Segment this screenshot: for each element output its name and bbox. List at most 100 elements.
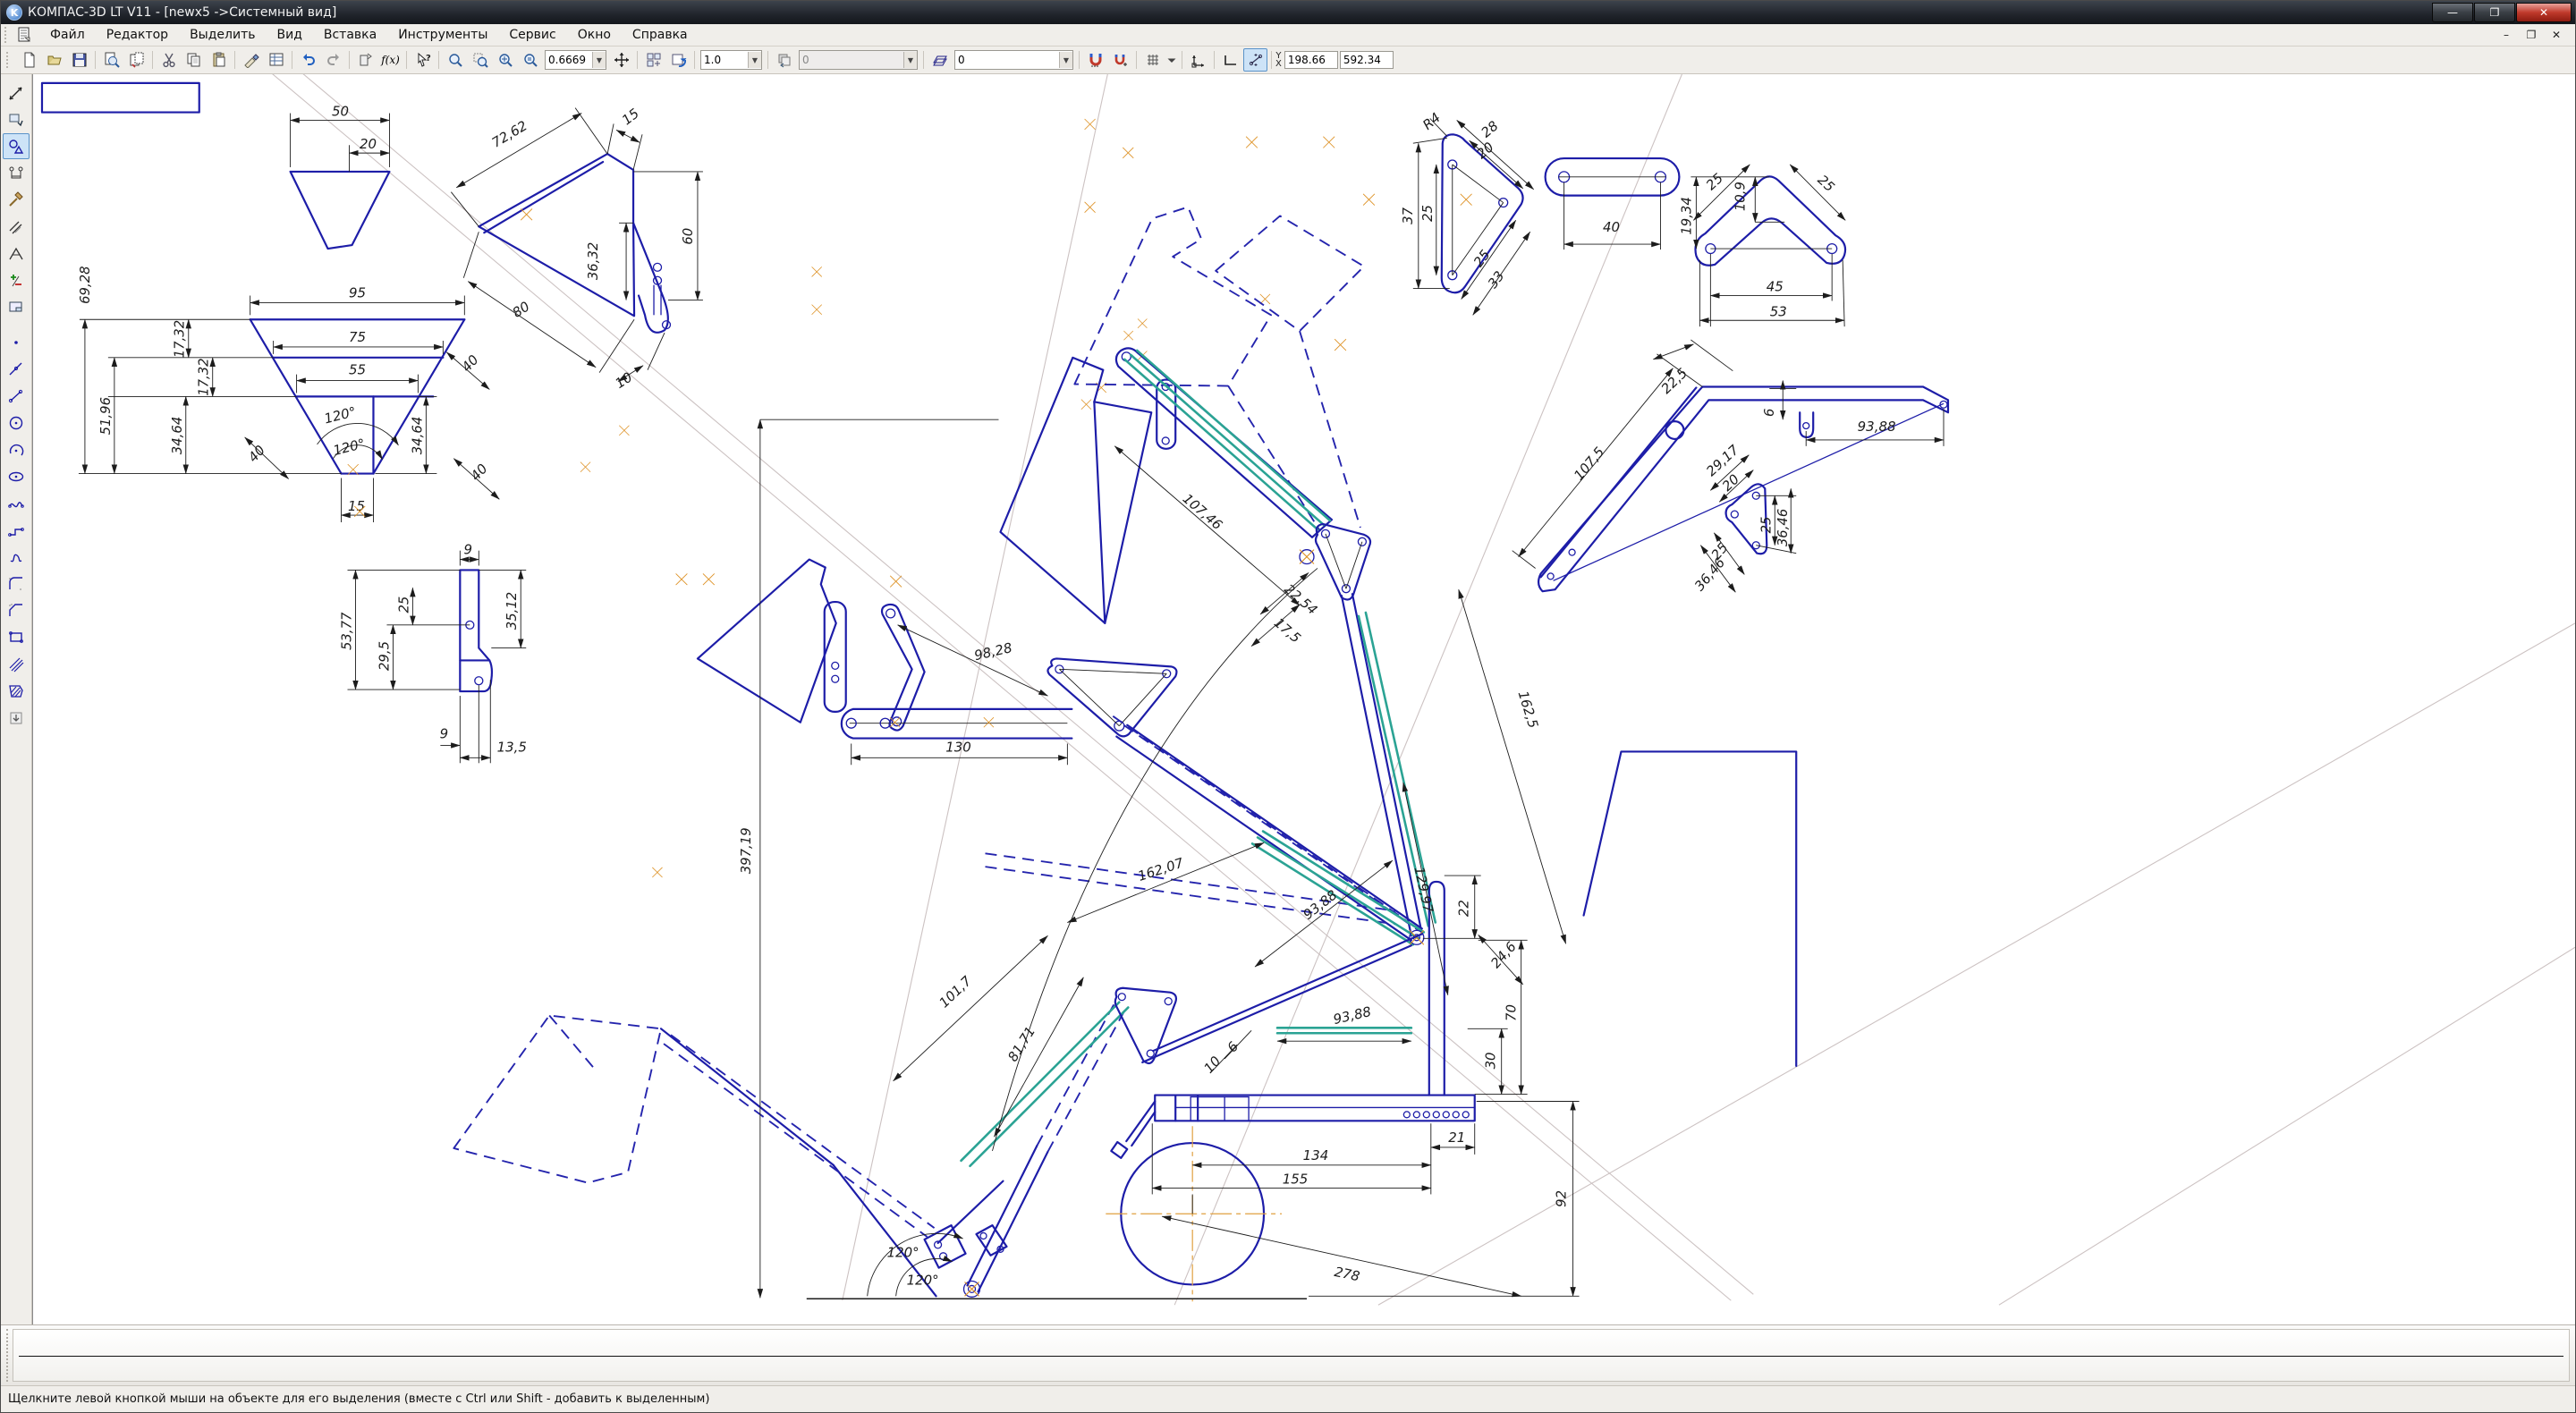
snap-settings-button[interactable] xyxy=(1083,48,1107,72)
refresh-image-button[interactable] xyxy=(666,48,691,72)
zoom-scale-combo[interactable]: ▼ xyxy=(545,50,606,70)
insert-fragment-button[interactable] xyxy=(353,48,377,72)
part-link-plate-view[interactable]: 40 xyxy=(1246,137,1679,250)
new-document-button[interactable] xyxy=(17,48,41,72)
restore-button[interactable]: ❐ xyxy=(2474,3,2515,22)
document-icon[interactable] xyxy=(16,27,32,43)
zoom-area-button[interactable] xyxy=(443,48,467,72)
measure-tool-button[interactable] xyxy=(3,80,30,106)
layers-combo[interactable]: ▼ xyxy=(954,50,1073,70)
layer-back-button[interactable] xyxy=(772,48,796,72)
menu-service[interactable]: Сервис xyxy=(498,25,566,45)
print-preview-button[interactable] xyxy=(99,48,123,72)
circle-tool-button[interactable] xyxy=(3,410,30,436)
part-bucket-front-view[interactable]: 95 75 55 69,28 17,32 17,32 51,96 34,64 3… xyxy=(77,266,499,522)
spline-tool-button[interactable] xyxy=(3,490,30,516)
bucket-ground-position[interactable] xyxy=(453,1015,936,1296)
mdi-minimize-button[interactable]: – xyxy=(2496,27,2516,43)
zoom-in-out-button[interactable] xyxy=(493,48,517,72)
polyline-tool-button[interactable] xyxy=(3,517,30,543)
parametrization-panel-button[interactable] xyxy=(3,214,30,240)
dashed-bucket-top[interactable] xyxy=(1074,207,1271,386)
hatch-tool-button[interactable] xyxy=(3,678,30,704)
part-bucket-section-view[interactable]: 50 20 xyxy=(291,104,390,249)
multiline-tool-button[interactable] xyxy=(3,651,30,677)
mdi-restore-button[interactable]: ❐ xyxy=(2521,27,2541,43)
zoom-scale-input[interactable] xyxy=(546,52,592,68)
part-bent-arm-view[interactable]: 22,5 107,5 6 93,88 xyxy=(1081,294,1948,591)
menu-tools[interactable]: Инструменты xyxy=(387,25,498,45)
paste-button[interactable] xyxy=(207,48,231,72)
context-help-button[interactable]: ? xyxy=(411,48,435,72)
dashed-guard-top[interactable] xyxy=(1216,216,1364,331)
layers-input[interactable] xyxy=(955,52,1059,68)
snaps-toggle-button[interactable] xyxy=(1243,48,1267,72)
part-small-bracket-view[interactable]: 29,17 20 25 36,46 25 36,46 xyxy=(1123,318,1796,594)
cab-outline[interactable] xyxy=(1584,751,1797,1065)
v-link-mid[interactable] xyxy=(619,426,924,731)
menu-window[interactable]: Окно xyxy=(567,25,622,45)
viewport-panel-button[interactable] xyxy=(3,294,30,320)
mdi-close-button[interactable]: ✕ xyxy=(2546,27,2566,43)
segment-tool-button[interactable] xyxy=(3,383,30,409)
close-button[interactable]: ✕ xyxy=(2516,3,2572,22)
upper-arm[interactable] xyxy=(1116,348,1332,537)
part-side-plate-view[interactable]: 72,62 15 36,32 60 80 10 xyxy=(451,106,703,392)
fillet-tool-button[interactable] xyxy=(3,571,30,597)
pan-button[interactable] xyxy=(609,48,633,72)
redo-button[interactable] xyxy=(321,48,345,72)
grid-dropdown-arrow[interactable] xyxy=(1165,48,1178,72)
bucket-mid-position[interactable] xyxy=(580,462,846,723)
menu-view[interactable]: Вид xyxy=(266,25,312,45)
view-status-button[interactable] xyxy=(3,106,30,132)
part-bracket-strip-view[interactable]: 9 53,77 25 29,5 35,12 9 13,5 xyxy=(338,464,526,763)
properties-brush-button[interactable] xyxy=(239,48,263,72)
editing-panel-button[interactable] xyxy=(3,187,30,213)
coord-y-field[interactable]: 592.34 xyxy=(1340,51,1394,69)
cut-button[interactable] xyxy=(157,48,181,72)
part-v-lever-view[interactable]: 25 25 10,9 19,34 45 53 xyxy=(1363,165,1845,326)
layers-button[interactable] xyxy=(928,48,952,72)
local-csys-button[interactable] xyxy=(1186,48,1210,72)
ortho-drawing-button[interactable] xyxy=(1218,48,1242,72)
grid-button[interactable] xyxy=(1140,48,1165,72)
arc-tool-button[interactable] xyxy=(3,436,30,462)
part-triangle-plate-view[interactable]: R4 28 20 37 25 25 33 xyxy=(33,74,1534,315)
bezier-tool-button[interactable] xyxy=(3,544,30,570)
angle-panel-button[interactable] xyxy=(3,241,30,267)
step-combo-arrow-icon[interactable]: ▼ xyxy=(748,52,761,68)
zoom-selection-button[interactable] xyxy=(468,48,492,72)
zoom-scale-button[interactable] xyxy=(518,48,542,72)
coord-x-field[interactable]: 198.66 xyxy=(1284,51,1338,69)
plus-minus-panel-button[interactable] xyxy=(3,267,30,293)
drawing-canvas[interactable]: 50 20 xyxy=(32,74,2575,1324)
page-layout-button[interactable] xyxy=(124,48,148,72)
mast[interactable] xyxy=(1410,882,1445,1096)
boom-mid[interactable] xyxy=(986,716,1424,944)
property-bar-grip[interactable] xyxy=(6,1329,8,1382)
collapse-panel-button[interactable] xyxy=(3,705,30,731)
spreadsheet-button[interactable] xyxy=(264,48,288,72)
menu-file[interactable]: Файл xyxy=(39,25,96,45)
property-bar-area[interactable] xyxy=(13,1329,2570,1382)
minimize-button[interactable]: — xyxy=(2432,3,2473,22)
ellipse-tool-button[interactable] xyxy=(3,463,30,489)
menu-insert[interactable]: Вставка xyxy=(313,25,387,45)
step-combo[interactable]: ▼ xyxy=(700,50,762,70)
save-button[interactable] xyxy=(67,48,91,72)
rectangle-tool-button[interactable] xyxy=(3,624,30,650)
layers-arrow-icon[interactable]: ▼ xyxy=(1059,52,1072,68)
wheel[interactable] xyxy=(1106,1126,1282,1301)
lower-linkage[interactable] xyxy=(652,867,1128,1297)
zoom-combo-arrow-icon[interactable]: ▼ xyxy=(592,52,606,68)
dimensions-panel-button[interactable] xyxy=(3,160,30,186)
undo-button[interactable] xyxy=(296,48,320,72)
point-tool-button[interactable] xyxy=(3,329,30,355)
step-input[interactable] xyxy=(701,52,748,68)
menu-help[interactable]: Справка xyxy=(622,25,699,45)
line-tool-button[interactable] xyxy=(3,356,30,382)
open-document-button[interactable] xyxy=(42,48,66,72)
lift-arm-mid[interactable] xyxy=(676,573,1072,738)
menu-select[interactable]: Выделить xyxy=(179,25,266,45)
geometry-panel-button[interactable] xyxy=(3,133,30,159)
